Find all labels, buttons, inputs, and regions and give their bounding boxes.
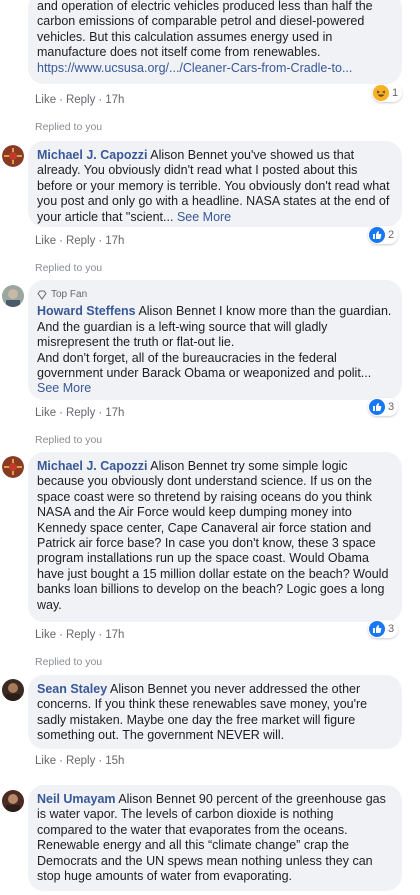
reaction-count[interactable]: 2 xyxy=(368,226,399,244)
comment-actions: Like · Reply · 17h xyxy=(35,407,125,419)
reaction-count[interactable]: 1 xyxy=(372,84,403,102)
like-link[interactable]: Like xyxy=(35,755,56,767)
reaction-number: 1 xyxy=(392,87,399,99)
like-link[interactable]: Like xyxy=(35,235,56,247)
comment-actions: Like · Reply · 17h xyxy=(35,629,125,641)
comment-bubble: Sean Staley Alison Bennet you never addr… xyxy=(28,675,402,749)
reply-link[interactable]: Reply xyxy=(66,235,95,247)
comment-actions: Like · Reply · 17h xyxy=(35,94,125,106)
reaction-number: 3 xyxy=(388,623,395,635)
like-link[interactable]: Like xyxy=(35,629,56,641)
like-link[interactable]: Like xyxy=(35,94,56,106)
comment-link[interactable]: https://www.ucsusa.org/.../Cleaner-Cars-… xyxy=(37,61,352,75)
see-more-link[interactable]: See More xyxy=(37,381,91,395)
comment-author[interactable]: Neil Umayam xyxy=(37,792,116,806)
comment-text-continued: And don't forget, all of the bureaucraci… xyxy=(37,350,372,381)
reaction-number: 2 xyxy=(388,229,395,241)
comment-author[interactable]: Howard Steffens xyxy=(37,304,136,318)
replied-label: Replied to you xyxy=(35,656,103,668)
comment-bubble: Michael J. Capozzi Alison Bennet try som… xyxy=(28,452,402,622)
reply-link[interactable]: Reply xyxy=(66,629,95,641)
comment-text: and operation of electric vehicles produ… xyxy=(37,0,373,60)
comment-text: Alison Bennet try some simple logic beca… xyxy=(37,459,389,612)
like-link[interactable]: Like xyxy=(35,407,56,419)
avatar[interactable] xyxy=(2,145,24,167)
avatar[interactable] xyxy=(2,790,24,812)
reply-link[interactable]: Reply xyxy=(66,755,95,767)
comment-bubble: Top Fan Howard Steffens Alison Bennet I … xyxy=(28,280,402,400)
reaction-count[interactable]: 3 xyxy=(368,620,399,638)
timestamp[interactable]: 17h xyxy=(105,94,124,106)
replied-label: Replied to you xyxy=(35,121,103,133)
comment-author[interactable]: Michael J. Capozzi xyxy=(37,148,147,162)
haha-icon xyxy=(373,85,389,101)
replied-label: Replied to you xyxy=(35,434,103,446)
avatar[interactable] xyxy=(2,679,24,701)
timestamp[interactable]: 17h xyxy=(105,629,124,641)
replied-label: Replied to you xyxy=(35,262,103,274)
like-icon xyxy=(369,227,385,243)
comment-author[interactable]: Michael J. Capozzi xyxy=(37,459,147,473)
like-icon xyxy=(369,399,385,415)
see-more-link[interactable]: See More xyxy=(177,210,231,224)
top-fan-label: Top Fan xyxy=(51,289,88,300)
reply-link[interactable]: Reply xyxy=(66,94,95,106)
like-icon xyxy=(369,621,385,637)
avatar[interactable] xyxy=(2,456,24,478)
comment-actions: Like · Reply · 17h xyxy=(35,235,125,247)
comment-bubble: and operation of electric vehicles produ… xyxy=(28,0,402,84)
timestamp[interactable]: 15h xyxy=(105,755,124,767)
top-fan-badge: Top Fan xyxy=(37,287,392,302)
reaction-number: 3 xyxy=(388,401,395,413)
comment-actions: Like · Reply · 15h xyxy=(35,755,125,767)
reply-link[interactable]: Reply xyxy=(66,407,95,419)
reaction-count[interactable]: 3 xyxy=(368,398,399,416)
comment-bubble: Michael J. Capozzi Alison Bennet you've … xyxy=(28,141,402,227)
comment-bubble: Neil Umayam Alison Bennet 90 percent of … xyxy=(28,785,402,891)
timestamp[interactable]: 17h xyxy=(105,235,124,247)
timestamp[interactable]: 17h xyxy=(105,407,124,419)
diamond-icon xyxy=(37,290,47,300)
comment-author[interactable]: Sean Staley xyxy=(37,682,107,696)
avatar[interactable] xyxy=(2,285,24,307)
